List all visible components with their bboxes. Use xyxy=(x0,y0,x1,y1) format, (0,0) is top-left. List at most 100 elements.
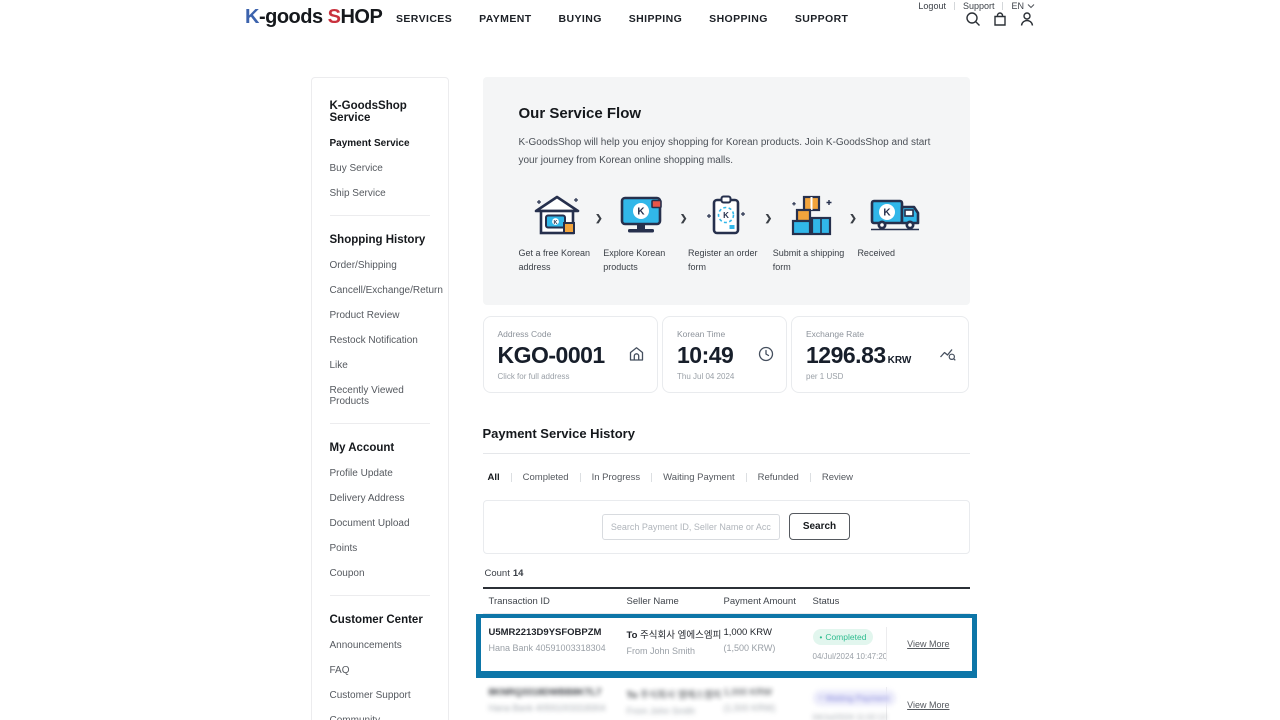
search-icon[interactable] xyxy=(965,11,981,27)
payment-amount: 1,000 KRW xyxy=(723,687,772,699)
status-date: 04/Jul/2024 11:02:13 xyxy=(812,712,887,720)
tab-waiting-payment[interactable]: Waiting Payment xyxy=(652,472,745,483)
logout-link[interactable]: Logout xyxy=(910,1,954,11)
tab-review[interactable]: Review xyxy=(811,472,864,483)
search-input[interactable] xyxy=(601,513,780,540)
tab-refunded[interactable]: Refunded xyxy=(747,472,810,483)
sidebar-section-title-my-account: My Account xyxy=(329,442,395,454)
main-content: Our Service Flow K-GoodsShop will help y… xyxy=(475,77,977,720)
transaction-id: 8KNRQ3318DWBB8KTL7 xyxy=(488,687,602,699)
explore-products-monitor-icon: K xyxy=(620,196,663,233)
view-more-link[interactable]: View More xyxy=(907,700,949,710)
korean-time-card: Korean Time 10:49 Thu Jul 04 2024 xyxy=(662,315,788,393)
sidebar-item-restock-notification[interactable]: Restock Notification xyxy=(330,335,430,346)
col-seller-name: Seller Name xyxy=(626,595,679,607)
payment-amount-converted: (1,500 KRW) xyxy=(723,703,776,714)
sidebar-item-customer-support[interactable]: Customer Support xyxy=(330,690,430,701)
clock-icon xyxy=(758,347,774,362)
sidebar-item-faq[interactable]: FAQ xyxy=(330,665,430,676)
seller-from: From John Smith xyxy=(626,706,696,717)
status-badge: • Waiting Payment xyxy=(812,689,897,706)
table-row[interactable]: U5MR2213D9YSFOBPZM Hana Bank 40591003318… xyxy=(483,618,970,672)
sidebar-item-ship-service[interactable]: Ship Service xyxy=(330,188,430,199)
svg-text:K: K xyxy=(638,207,646,218)
highlight-annotation-box: U5MR2213D9YSFOBPZM Hana Bank 40591003318… xyxy=(475,613,977,679)
table-row[interactable]: 8KNRQ3318DWBB8KTL7 Hana Bank 40591003318… xyxy=(483,678,970,720)
nav-buying[interactable]: BUYING xyxy=(559,13,602,25)
result-count: Count 14 xyxy=(483,568,970,579)
language-selector[interactable]: EN xyxy=(1003,1,1035,11)
exchange-rate-label: Exchange Rate xyxy=(806,328,865,339)
utility-links: Logout Support EN xyxy=(910,1,1035,11)
logo-goods: -goods xyxy=(258,6,323,28)
bank-account: Hana Bank 40591003318304 xyxy=(488,642,606,653)
payment-amount-converted: (1,500 KRW) xyxy=(723,642,776,653)
payment-amount: 1,000 KRW xyxy=(723,626,772,638)
col-action xyxy=(886,596,970,607)
sidebar-item-payment-service[interactable]: Payment Service xyxy=(330,138,430,149)
col-payment-amount: Payment Amount xyxy=(723,595,796,607)
nav-services[interactable]: SERVICES xyxy=(396,13,452,25)
flow-step-explore-products: K Explore Korean products xyxy=(603,193,679,275)
address-code-hint: Click for full address xyxy=(497,371,570,381)
payment-history-tabs: All Completed In Progress Waiting Paymen… xyxy=(483,472,970,483)
view-more-link[interactable]: View More xyxy=(907,639,949,649)
sidebar-item-coupon[interactable]: Coupon xyxy=(330,568,430,579)
tab-in-progress[interactable]: In Progress xyxy=(581,472,652,483)
sidebar-item-profile-update[interactable]: Profile Update xyxy=(330,468,430,479)
service-flow-title: Our Service Flow xyxy=(518,105,642,122)
service-flow-description: K-GoodsShop will help you enjoy shopping… xyxy=(518,137,931,166)
exchange-rate-value: 1296.83 KRW xyxy=(806,342,954,369)
logo-hop: HOP xyxy=(340,6,383,28)
sidebar: K-GoodsShop Service Payment Service Buy … xyxy=(310,77,449,720)
sidebar-item-cancel-exchange-return[interactable]: Cancell/Exchange/Return xyxy=(330,285,443,296)
tab-all[interactable]: All xyxy=(483,472,511,483)
address-code-label: Address Code xyxy=(497,328,552,339)
service-flow-steps: K Get a free Korean address ❯ K Explore … xyxy=(519,193,934,275)
svg-text:K: K xyxy=(723,211,729,220)
nav-shopping[interactable]: SHOPPING xyxy=(709,13,768,25)
tab-completed[interactable]: Completed xyxy=(512,472,580,483)
service-flow-panel: Our Service Flow K-GoodsShop will help y… xyxy=(482,77,970,305)
logo-k: K xyxy=(245,6,259,28)
sidebar-item-delivery-address[interactable]: Delivery Address xyxy=(330,493,430,504)
count-label: Count xyxy=(484,567,510,579)
flow-step-label: Get a free Korean address xyxy=(518,248,591,272)
sidebar-item-document-upload[interactable]: Document Upload xyxy=(330,518,430,529)
flow-step-shipping-form: Submit a shipping form xyxy=(773,193,849,275)
divider xyxy=(329,215,430,216)
status-date: 04/Jul/2024 10:47:20 xyxy=(812,652,888,662)
sidebar-item-order-shipping[interactable]: Order/Shipping xyxy=(330,260,430,271)
flow-step-label: Explore Korean products xyxy=(603,248,666,272)
header-icon-row xyxy=(965,11,1035,27)
sidebar-item-announcements[interactable]: Announcements xyxy=(330,640,430,651)
divider xyxy=(482,452,970,454)
divider xyxy=(329,423,430,424)
language-value: EN xyxy=(1011,1,1024,11)
sidebar-item-like[interactable]: Like xyxy=(330,360,430,371)
search-button[interactable]: Search xyxy=(788,513,851,541)
flow-step-label: Received xyxy=(857,248,895,258)
nav-payment[interactable]: PAYMENT xyxy=(479,13,531,25)
address-code-value[interactable]: KGO-0001 xyxy=(498,342,644,369)
address-code-card[interactable]: Address Code KGO-0001 Click for full add… xyxy=(482,315,658,393)
kgoodsshop-logo[interactable]: K-goods SHOP xyxy=(245,6,383,29)
nav-shipping[interactable]: SHIPPING xyxy=(629,13,682,25)
bag-icon[interactable] xyxy=(992,11,1008,27)
seller-to: To 주식회사 엠에스엠피 xyxy=(626,629,722,641)
bank-account: Hana Bank 40591003318304 xyxy=(488,703,606,714)
sidebar-item-buy-service[interactable]: Buy Service xyxy=(330,163,430,174)
col-transaction-id: Transaction ID xyxy=(488,595,550,607)
sidebar-item-product-review[interactable]: Product Review xyxy=(330,310,430,321)
sidebar-item-recently-viewed[interactable]: Recently Viewed Products xyxy=(330,385,430,407)
support-link[interactable]: Support xyxy=(955,1,1003,11)
logo-s: S xyxy=(327,6,341,28)
chevron-right-icon: ❯ xyxy=(679,213,688,223)
exchange-rate-number: 1296.83 xyxy=(806,341,886,368)
home-icon xyxy=(629,347,644,362)
user-icon[interactable] xyxy=(1019,11,1035,27)
sidebar-item-community[interactable]: Community xyxy=(330,715,430,720)
table-header: Transaction ID Seller Name Payment Amoun… xyxy=(482,589,970,614)
sidebar-item-points[interactable]: Points xyxy=(330,543,430,554)
nav-support[interactable]: SUPPORT xyxy=(795,13,849,25)
